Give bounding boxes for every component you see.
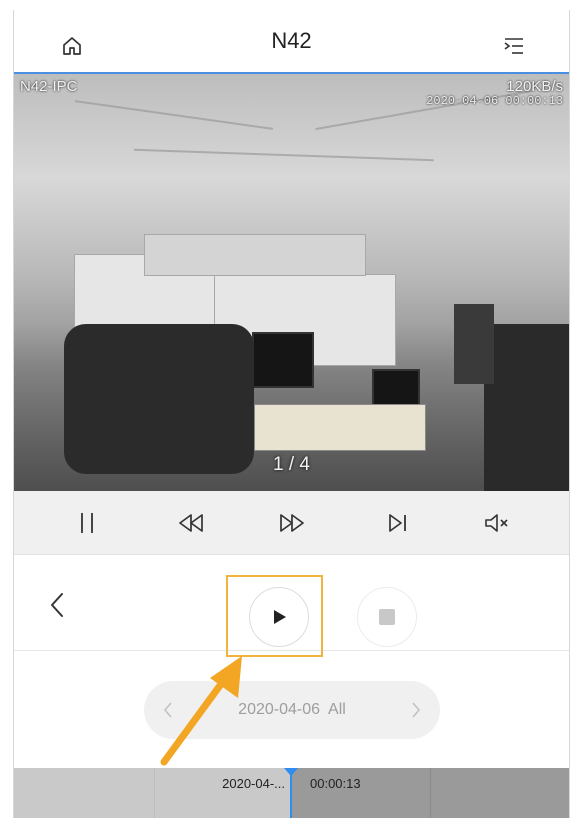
fast-forward-button[interactable] — [275, 507, 309, 539]
fast-forward-icon — [280, 514, 304, 532]
mute-button[interactable] — [480, 507, 514, 539]
couch — [64, 324, 254, 474]
rewind-icon — [179, 514, 203, 532]
list-collapse-icon — [504, 38, 523, 54]
monitor — [252, 332, 314, 388]
playback-controls — [14, 555, 569, 657]
back-button[interactable] — [44, 590, 70, 620]
mute-icon — [485, 514, 508, 532]
video-timestamp: 2020-04-06 00:00:13 — [426, 94, 563, 108]
pause-button[interactable] — [70, 507, 104, 539]
bitrate-label: 120KB/s — [506, 78, 563, 95]
rewind-button[interactable] — [174, 507, 208, 539]
app-frame: N42 N42-IPC 120KB/s 2020-04-06 00:00:13 … — [13, 10, 570, 818]
next-date-button[interactable] — [408, 699, 424, 721]
timeline-tick — [154, 768, 155, 818]
timeline[interactable]: 2020-04-... 00:00:13 — [14, 768, 569, 818]
equipment-rack — [454, 304, 494, 384]
chevron-left-icon — [51, 593, 63, 617]
annotation-arrow — [160, 656, 242, 766]
next-frame-button[interactable] — [380, 507, 414, 539]
video-feed[interactable]: N42-IPC 120KB/s 2020-04-06 00:00:13 1 / … — [14, 72, 569, 493]
pause-icon — [81, 513, 93, 533]
next-frame-icon — [389, 514, 406, 532]
playback-toolbar — [14, 491, 569, 555]
timeline-cursor-marker — [284, 768, 298, 776]
play-button-highlight — [226, 575, 323, 657]
page-title: N42 — [271, 28, 312, 53]
desk — [254, 404, 426, 451]
page-indicator: 1 / 4 — [273, 454, 310, 475]
ceiling-tile-line — [74, 100, 274, 130]
timeline-time-label: 00:00:13 — [310, 776, 361, 791]
stop-button[interactable] — [357, 587, 417, 647]
chevron-right-icon — [412, 702, 421, 718]
channel-label: N42-IPC — [20, 78, 78, 95]
cubicle-wall — [144, 234, 366, 276]
timeline-tick — [430, 768, 431, 818]
header: N42 — [14, 10, 569, 72]
ceiling-tile-line — [134, 148, 434, 162]
stop-icon — [379, 609, 395, 625]
timeline-date-label: 2020-04-... — [222, 776, 285, 791]
menu-button[interactable] — [500, 32, 528, 60]
